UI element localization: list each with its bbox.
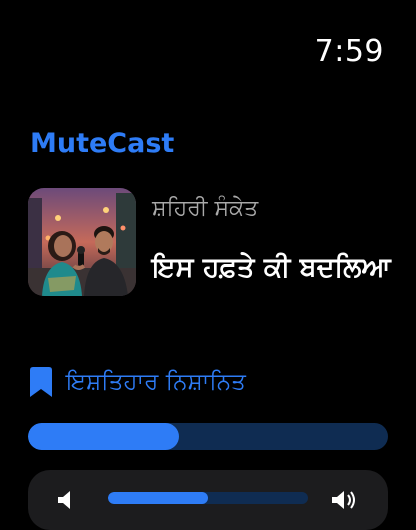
bookmark-icon xyxy=(30,367,52,397)
volume-slider-fill xyxy=(108,492,208,504)
episode-title: ਇਸ ਹਫ਼ਤੇ ਕੀ ਬਦਲਿਆ xyxy=(152,252,391,283)
status-time: 7:59 xyxy=(314,34,384,69)
controls-panel xyxy=(28,470,388,530)
podcast-artwork xyxy=(28,188,136,296)
bookmark-ad-button[interactable]: ਇਸ਼ਤਿਹਾਰ ਨਿਸ਼ਾਨਿਤ xyxy=(30,364,246,400)
app-title: MuteCast xyxy=(30,128,175,159)
show-name: ਸ਼ਹਿਰੀ ਸੰਕੇਤ xyxy=(152,196,259,221)
speaker-icon[interactable] xyxy=(58,490,80,510)
speaker-loud-icon[interactable] xyxy=(332,490,358,510)
volume-slider[interactable] xyxy=(108,492,308,504)
playback-progress-fill xyxy=(28,423,180,450)
bookmark-label: ਇਸ਼ਤਿਹਾਰ ਨਿਸ਼ਾਨਿਤ xyxy=(66,369,246,395)
playback-progress-bar[interactable] xyxy=(28,423,388,450)
